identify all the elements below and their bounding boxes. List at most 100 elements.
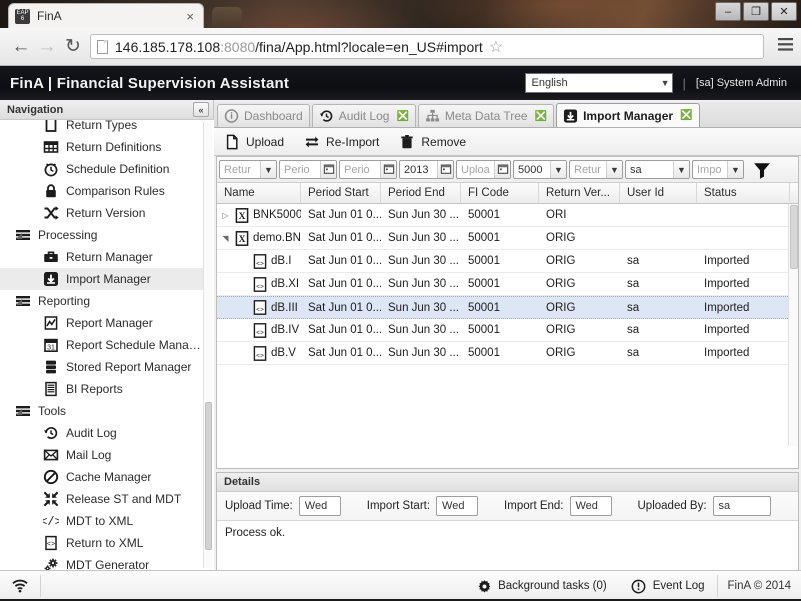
filter-trigger[interactable] — [494, 161, 510, 178]
maximize-button[interactable]: ❐ — [743, 2, 769, 21]
row-twisty-icon[interactable]: ◥ — [220, 234, 231, 243]
back-icon[interactable]: ← — [8, 34, 34, 60]
column-header-user-id[interactable]: User Id — [620, 183, 697, 204]
sidebar-item-import-manager[interactable]: Import Manager — [0, 268, 205, 290]
filter-trigger[interactable] — [380, 161, 396, 178]
table-row[interactable]: <>dB.IVSat Jun 01 0...Sun Jun 30 ...5000… — [217, 319, 798, 342]
new-tab-button[interactable] — [212, 7, 242, 28]
twisty-icon[interactable]: ◢ — [16, 231, 26, 240]
remove-button[interactable]: Remove — [399, 134, 466, 150]
row-twisty-icon[interactable] — [238, 326, 249, 335]
filter-trigger[interactable]: ▼ — [550, 161, 566, 178]
event-log-button[interactable]: Event Log — [619, 571, 717, 601]
tab-close-icon[interactable]: × — [183, 9, 197, 24]
grid-scrollbar[interactable] — [788, 204, 798, 446]
table-row[interactable]: ◥Xdemo.BNSat Jun 01 0...Sun Jun 30 ...50… — [217, 227, 798, 250]
sidebar-item-report-manager[interactable]: Report Manager — [0, 312, 205, 334]
tab-close-icon[interactable]: ❎ — [678, 110, 692, 121]
collapse-sidebar-button[interactable]: « — [193, 102, 209, 117]
row-twisty-icon[interactable] — [238, 280, 249, 289]
column-header-fi-code[interactable]: FI Code — [461, 183, 539, 204]
sidebar-item-bi-reports[interactable]: BI Reports — [0, 378, 205, 400]
sidebar-item-processing[interactable]: ◢Processing — [0, 224, 205, 246]
user-id-filter[interactable]: sa▼ — [625, 160, 690, 179]
window-close-button[interactable]: ✕ — [771, 2, 797, 21]
sidebar-item-return-manager[interactable]: Return Manager — [0, 246, 205, 268]
tab-meta-data-tree[interactable]: Meta Data Tree❎ — [418, 104, 554, 127]
return-type-filter[interactable]: Retur▼ — [219, 160, 277, 179]
column-header-status[interactable]: Status — [697, 183, 790, 204]
language-select[interactable]: English ▼ — [525, 73, 673, 93]
sidebar-item-stored-report-manager[interactable]: Stored Report Manager — [0, 356, 205, 378]
forward-icon[interactable]: → — [34, 34, 60, 60]
twisty-icon[interactable]: ◢ — [16, 407, 26, 416]
table-row[interactable]: <>dB.VSat Jun 01 0...Sun Jun 30 ...50001… — [217, 342, 798, 365]
row-twisty-icon[interactable]: ▷ — [220, 211, 231, 220]
uploaded-by-field[interactable]: sa — [713, 496, 771, 516]
sidebar-item-return-types[interactable]: Return Types — [0, 120, 205, 136]
status-filter[interactable]: Impo▼ — [692, 160, 744, 179]
column-header-period-start[interactable]: Period Start — [301, 183, 381, 204]
period-end-filter[interactable]: Perio — [339, 160, 397, 179]
table-row[interactable]: <>dB.XISat Jun 01 0...Sun Jun 30 ...5000… — [217, 273, 798, 296]
import-start-field[interactable]: Wed — [436, 496, 478, 516]
background-tasks-button[interactable]: Background tasks (0) — [464, 571, 619, 601]
column-header-name[interactable]: Name — [217, 183, 301, 204]
sidebar-item-schedule-definition[interactable]: Schedule Definition — [0, 158, 205, 180]
tab-dashboard[interactable]: Dashboard — [217, 104, 310, 127]
table-row[interactable]: <>dB.IIISat Jun 01 0...Sun Jun 30 ...500… — [217, 296, 798, 319]
address-bar[interactable]: 146.185.178.108:8080/fina/App.html?local… — [90, 34, 764, 59]
sidebar-scrollbar[interactable] — [203, 122, 212, 568]
twisty-icon[interactable]: ◢ — [16, 297, 26, 306]
funnel-icon[interactable] — [752, 161, 772, 179]
table-row[interactable]: <>dB.ISat Jun 01 0...Sun Jun 30 ...50001… — [217, 250, 798, 273]
tab-import-manager[interactable]: Import Manager❎ — [556, 103, 699, 127]
filter-trigger[interactable]: ▼ — [260, 161, 276, 178]
minimize-button[interactable]: – — [715, 2, 741, 21]
sidebar-item-comparison-rules[interactable]: Comparison Rules — [0, 180, 205, 202]
sidebar-item-reporting[interactable]: ◢Reporting — [0, 290, 205, 312]
year-filter[interactable]: 2013 — [399, 160, 454, 179]
row-twisty-icon[interactable] — [238, 303, 249, 312]
calendar-icon: 31 — [42, 337, 60, 354]
period-start-filter[interactable]: Perio — [279, 160, 337, 179]
sidebar-scrollbar-thumb[interactable] — [205, 402, 212, 550]
upload-button[interactable]: Upload — [224, 134, 284, 150]
sidebar-item-tools[interactable]: ◢Tools — [0, 400, 205, 422]
sidebar-item-return-definitions[interactable]: Return Definitions — [0, 136, 205, 158]
row-twisty-icon[interactable] — [238, 349, 249, 358]
sidebar-item-audit-log[interactable]: Audit Log — [0, 422, 205, 444]
hamburger-menu-icon[interactable] — [778, 38, 793, 55]
import-end-field[interactable]: Wed — [570, 496, 612, 516]
sidebar-item-mdt-generator[interactable]: MDT Generator — [0, 554, 205, 570]
sidebar-item-return-to-xml[interactable]: <>Return to XML — [0, 532, 205, 554]
sidebar-item-mdt-to-xml[interactable]: </>MDT to XML — [0, 510, 205, 532]
column-header-period-end[interactable]: Period End — [381, 183, 461, 204]
sidebar-item-return-version[interactable]: Return Version — [0, 202, 205, 224]
sidebar-item-cache-manager[interactable]: Cache Manager — [0, 466, 205, 488]
filter-trigger[interactable] — [437, 161, 453, 178]
bookmark-star-icon[interactable]: ☆ — [489, 37, 503, 57]
sidebar-item-release-st-and-mdt[interactable]: Release ST and MDT — [0, 488, 205, 510]
tab-audit-log[interactable]: Audit Log❎ — [312, 104, 416, 127]
grid-scrollbar-thumb[interactable] — [790, 205, 798, 269]
row-twisty-icon[interactable] — [238, 257, 249, 266]
reload-icon[interactable]: ↻ — [60, 34, 86, 60]
table-row[interactable]: ▷XBNK5000Sat Jun 01 0...Sun Jun 30 ...50… — [217, 204, 798, 227]
column-header-return-ver-[interactable]: Return Ver... — [539, 183, 620, 204]
re-import-button[interactable]: Re-Import — [304, 134, 379, 150]
filter-trigger[interactable] — [320, 161, 336, 178]
tab-close-icon[interactable]: ❎ — [394, 111, 408, 122]
sidebar-item-mail-log[interactable]: Mail Log — [0, 444, 205, 466]
filter-trigger[interactable]: ▼ — [606, 161, 622, 178]
upload-time-filter[interactable]: Uploa — [456, 160, 511, 179]
sidebar-item-report-schedule-manager[interactable]: 31Report Schedule Manager — [0, 334, 205, 356]
cell-user-id: sa — [620, 302, 697, 314]
fi-code-filter[interactable]: 5000▼ — [513, 160, 567, 179]
filter-trigger[interactable]: ▼ — [673, 161, 689, 178]
upload-time-field[interactable]: Wed — [299, 496, 341, 516]
tab-close-icon[interactable]: ❎ — [533, 111, 547, 122]
return-version-filter[interactable]: Retur▼ — [569, 160, 623, 179]
browser-tab[interactable]: EAP6 FinA × — [8, 3, 204, 28]
filter-trigger[interactable]: ▼ — [727, 161, 743, 178]
